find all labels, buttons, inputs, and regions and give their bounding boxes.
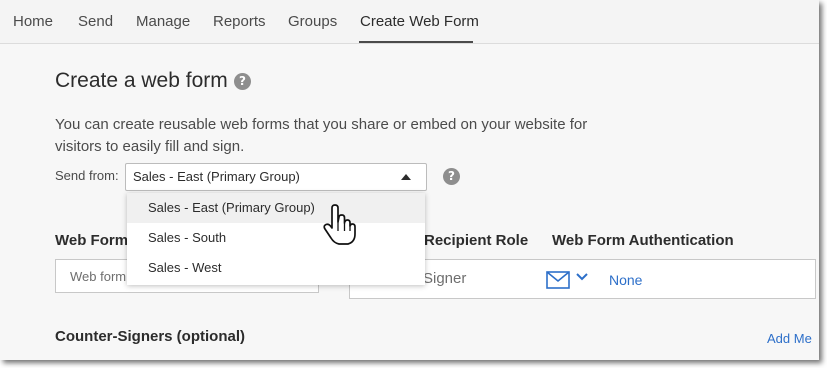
send-from-label: Send from: [55, 168, 119, 183]
counter-signers-label: Counter-Signers (optional) [55, 328, 245, 345]
nav-create-web-form[interactable]: Create Web Form [360, 13, 479, 30]
web-form-name-label: Web Form [55, 232, 129, 249]
help-icon[interactable]: ? [234, 73, 251, 90]
dropdown-option-sales-west[interactable]: Sales - West [127, 253, 425, 283]
active-tab-indicator [359, 41, 473, 43]
send-from-selected-value: Sales - East (Primary Group) [133, 169, 300, 184]
web-form-name-value: Web form [70, 269, 127, 284]
send-from-help-icon[interactable]: ? [443, 168, 460, 185]
page-title: Create a web form [55, 69, 228, 92]
nav-manage[interactable]: Manage [136, 13, 190, 30]
web-form-auth-label: Web Form Authentication [552, 232, 734, 249]
web-form-auth-value[interactable]: None [609, 272, 642, 288]
nav-groups[interactable]: Groups [288, 13, 337, 30]
nav-reports[interactable]: Reports [213, 13, 266, 30]
page-description: You can create reusable web forms that y… [55, 116, 588, 155]
dropdown-option-sales-south[interactable]: Sales - South [127, 223, 425, 253]
dropdown-option-sales-east[interactable]: Sales - East (Primary Group) [127, 193, 425, 223]
send-from-select[interactable]: Sales - East (Primary Group) [125, 163, 427, 191]
nav-send[interactable]: Send [78, 13, 113, 30]
chevron-down-icon[interactable] [576, 272, 588, 282]
hand-pointer-icon [323, 204, 356, 245]
add-me-link[interactable]: Add Me [767, 331, 812, 346]
recipient-role-value[interactable]: Signer [423, 270, 466, 287]
mail-icon[interactable] [546, 271, 570, 289]
recipient-role-label: Recipient Role [424, 232, 529, 249]
caret-up-icon [401, 174, 411, 180]
send-from-dropdown: Sales - East (Primary Group) Sales - Sou… [127, 193, 425, 285]
web-form-page: Home Send Manage Reports Groups Create W… [0, 0, 819, 360]
top-navigation: Home Send Manage Reports Groups Create W… [0, 0, 819, 44]
nav-home[interactable]: Home [13, 13, 53, 30]
